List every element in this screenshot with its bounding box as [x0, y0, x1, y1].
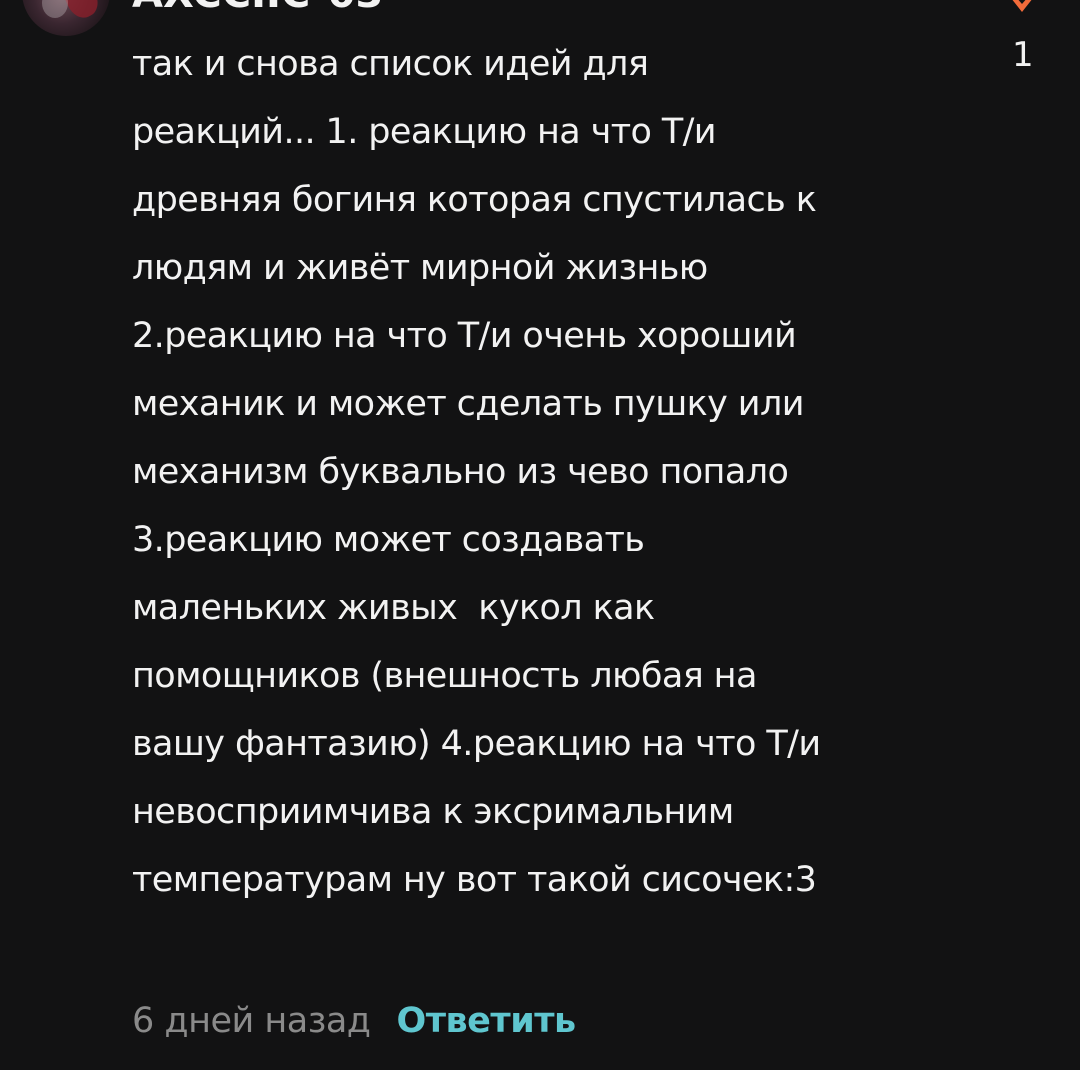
comment-text-line: невосприимчива к экcримальним: [132, 792, 734, 832]
comment-text-line: помощников (внешность любая на: [132, 656, 757, 696]
comment-text-line: маленьких живых кукол как: [132, 588, 655, 628]
like-count: 1: [1012, 35, 1034, 75]
comment-text-line: людям и живёт мирной жизнью: [132, 248, 708, 288]
comment-text-line: 3.реакцию может создавать: [132, 520, 645, 560]
timestamp: 6 дней назад: [132, 1001, 371, 1041]
comment-meta: 6 дней назад Ответить: [132, 996, 576, 1046]
comment-text-line: 2.реакцию на что Т/и очень хороший: [132, 316, 797, 356]
comment-body: так и снова список идей для реакций... 1…: [132, 30, 972, 914]
comment-text-line: так и снова список идей для: [132, 44, 649, 84]
comment-text-line: механик и может сделать пушку или: [132, 384, 804, 424]
comment-text-line: температурам ну вот такой сисочек:3: [132, 860, 817, 900]
username[interactable]: AXCCIIC-03: [132, 0, 383, 14]
comment-text-line: механизм буквально из чево попало: [132, 452, 789, 492]
comment-text-line: вашу фантазию) 4.реакцию на что Т/и: [132, 724, 821, 764]
comment-text-line: реакций... 1. реакцию на что Т/и: [132, 112, 717, 152]
heart-icon[interactable]: [1007, 0, 1037, 12]
reply-button[interactable]: Ответить: [396, 1001, 576, 1041]
avatar[interactable]: [22, 0, 110, 36]
comment-text-line: древняя богиня которая спустилась к: [132, 180, 817, 220]
avatar-art-highlight: [42, 0, 68, 18]
